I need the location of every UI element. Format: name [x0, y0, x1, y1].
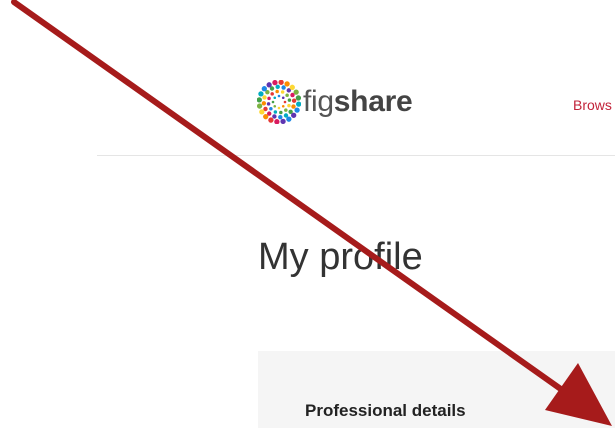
logo-dot [291, 112, 297, 118]
logo-dot [258, 91, 264, 97]
header-divider [97, 155, 615, 156]
logo-dot [273, 104, 277, 108]
logo-dot [280, 118, 286, 124]
logo-dot [287, 103, 291, 108]
logo-dot [267, 96, 271, 101]
site-header: figshare Brows [0, 0, 615, 155]
logo-text-fig: fig [303, 85, 334, 118]
logo-dot [261, 101, 267, 106]
logo-dot [293, 89, 299, 95]
logo-dot [266, 102, 271, 106]
professional-details-heading: Professional details [305, 401, 466, 420]
logo-dot [270, 92, 274, 96]
figshare-logo-icon [257, 80, 301, 124]
logo-dot [296, 101, 301, 107]
logo-dot [285, 93, 289, 97]
logo-dot [289, 84, 295, 90]
logo-dot [266, 82, 272, 88]
logo-dot [281, 104, 285, 108]
logo-dot [286, 116, 292, 122]
figshare-logo-link[interactable]: figshare [257, 80, 413, 124]
logo-dot [280, 90, 285, 94]
logo-dot [275, 84, 280, 90]
logo-dot [272, 80, 278, 86]
logo-dot [257, 103, 263, 109]
page-title: My profile [258, 236, 423, 278]
logo-dot [277, 94, 281, 98]
logo-dot [271, 100, 275, 104]
logo-dot [287, 98, 292, 102]
logo-dot [262, 95, 267, 100]
nav-browse-link[interactable]: Brows [573, 97, 612, 113]
logo-dot [291, 104, 296, 109]
logo-dot [283, 100, 287, 104]
professional-details-panel: Professional details [258, 351, 615, 428]
logo-dot [268, 117, 274, 123]
logo-dot [277, 106, 281, 110]
logo-dot [279, 110, 283, 115]
logo-dot [295, 95, 301, 101]
logo-dot [284, 81, 290, 87]
logo-dot [284, 108, 288, 112]
logo-dot [273, 110, 278, 114]
logo-dot [275, 89, 279, 94]
logo-dot [261, 86, 267, 92]
logo-dot [273, 96, 277, 100]
logo-dot [281, 96, 285, 100]
logo-dot [278, 114, 283, 120]
logo-dot [281, 85, 286, 90]
logo-dot [257, 97, 262, 103]
logo-dot [272, 114, 277, 119]
logo-wordmark: figshare [303, 85, 413, 118]
logo-text-share: share [333, 85, 413, 118]
logo-dot [263, 114, 269, 120]
logo-dot [274, 119, 280, 124]
logo-dot [269, 107, 273, 111]
logo-dot [291, 98, 297, 103]
page: figshare Brows My profile Professional d… [0, 0, 615, 428]
logo-dot [259, 109, 265, 115]
logo-dot [278, 80, 284, 85]
logo-dot [294, 107, 300, 113]
